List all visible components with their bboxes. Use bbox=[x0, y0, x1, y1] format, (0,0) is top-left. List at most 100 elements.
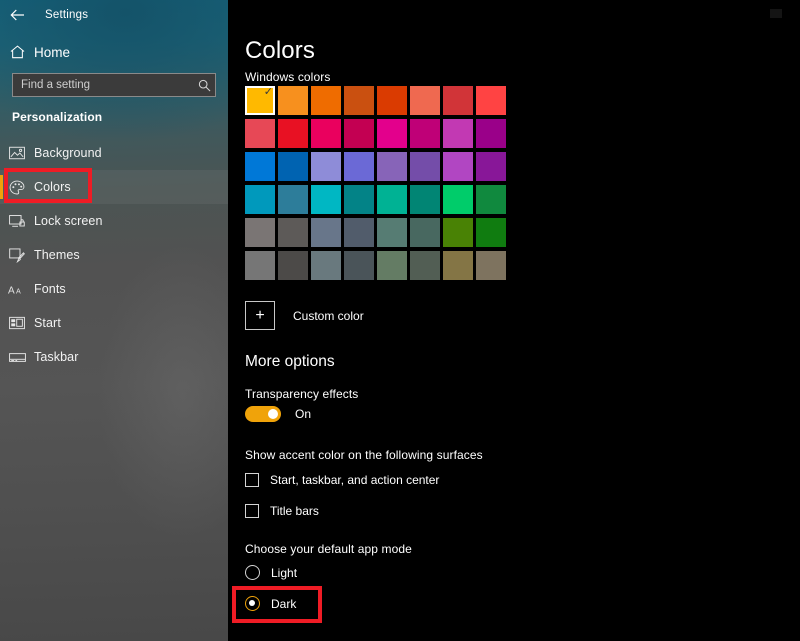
color-swatch[interactable] bbox=[344, 185, 374, 214]
sidebar-item-start[interactable]: Start bbox=[0, 306, 228, 340]
color-swatch[interactable] bbox=[476, 185, 506, 214]
svg-text:A: A bbox=[8, 285, 15, 296]
color-swatch[interactable] bbox=[410, 185, 440, 214]
checkbox-start-taskbar-action-center[interactable]: Start, taskbar, and action center bbox=[245, 473, 439, 487]
checkbox-title-bars-label: Title bars bbox=[270, 504, 319, 518]
color-swatch[interactable] bbox=[278, 152, 308, 181]
color-swatch[interactable] bbox=[377, 251, 407, 280]
color-swatch[interactable] bbox=[443, 251, 473, 280]
start-tiles-icon bbox=[0, 316, 34, 330]
color-swatch[interactable] bbox=[278, 119, 308, 148]
color-swatch[interactable] bbox=[410, 86, 440, 115]
color-swatch[interactable] bbox=[278, 218, 308, 247]
sidebar-item-lock-screen-label: Lock screen bbox=[34, 214, 103, 228]
color-swatch[interactable] bbox=[245, 218, 275, 247]
main-content: Colors Windows colors ✓ + Custom color M… bbox=[228, 0, 800, 641]
color-swatch[interactable] bbox=[311, 185, 341, 214]
color-swatch[interactable] bbox=[344, 251, 374, 280]
color-swatch[interactable] bbox=[476, 86, 506, 115]
back-arrow-icon[interactable] bbox=[0, 0, 34, 30]
color-swatch[interactable] bbox=[344, 152, 374, 181]
color-swatch[interactable] bbox=[377, 218, 407, 247]
color-swatch[interactable] bbox=[278, 86, 308, 115]
color-swatch[interactable] bbox=[410, 218, 440, 247]
color-swatch[interactable] bbox=[476, 218, 506, 247]
sidebar-nav-list: Background Colors bbox=[0, 136, 228, 374]
color-swatch[interactable] bbox=[344, 119, 374, 148]
color-swatch[interactable] bbox=[245, 119, 275, 148]
search-box[interactable] bbox=[12, 73, 216, 97]
toggle-knob bbox=[268, 409, 278, 419]
color-swatch[interactable] bbox=[443, 152, 473, 181]
color-swatch[interactable] bbox=[278, 185, 308, 214]
color-swatch[interactable] bbox=[311, 251, 341, 280]
radio-button[interactable] bbox=[245, 596, 260, 611]
color-swatch-selected[interactable]: ✓ bbox=[245, 86, 275, 115]
color-swatch[interactable] bbox=[311, 152, 341, 181]
color-swatch[interactable] bbox=[476, 119, 506, 148]
app-mode-label: Choose your default app mode bbox=[245, 542, 412, 556]
sidebar-item-lock-screen[interactable]: Lock screen bbox=[0, 204, 228, 238]
custom-color-row[interactable]: + Custom color bbox=[245, 301, 364, 330]
sidebar-item-themes[interactable]: Themes bbox=[0, 238, 228, 272]
window-title: Settings bbox=[45, 9, 88, 21]
transparency-effects-label: Transparency effects bbox=[245, 387, 358, 401]
color-swatch[interactable] bbox=[344, 218, 374, 247]
sidebar-item-background[interactable]: Background bbox=[0, 136, 228, 170]
sidebar-item-fonts-label: Fonts bbox=[34, 282, 66, 296]
color-swatch[interactable] bbox=[410, 119, 440, 148]
minimize-icon[interactable] bbox=[770, 9, 782, 18]
transparency-effects-toggle[interactable] bbox=[245, 406, 281, 422]
checkbox-box[interactable] bbox=[245, 504, 259, 518]
sidebar-item-colors[interactable]: Colors bbox=[0, 170, 228, 204]
color-swatch[interactable] bbox=[443, 86, 473, 115]
checkbox-box[interactable] bbox=[245, 473, 259, 487]
app-mode-dark[interactable]: Dark bbox=[245, 596, 296, 611]
transparency-effects-row[interactable]: On bbox=[245, 406, 311, 422]
color-swatch[interactable] bbox=[443, 218, 473, 247]
fonts-aa-icon: A A bbox=[0, 283, 34, 296]
color-swatch[interactable] bbox=[278, 251, 308, 280]
color-swatch[interactable] bbox=[377, 152, 407, 181]
sidebar-item-taskbar[interactable]: Taskbar bbox=[0, 340, 228, 374]
app-mode-dark-label: Dark bbox=[271, 597, 296, 611]
sidebar-item-fonts[interactable]: A A Fonts bbox=[0, 272, 228, 306]
color-swatch[interactable] bbox=[377, 185, 407, 214]
app-mode-light[interactable]: Light bbox=[245, 565, 297, 580]
color-swatch[interactable] bbox=[443, 119, 473, 148]
color-swatch[interactable] bbox=[344, 86, 374, 115]
checkbox-start-taskbar-action-center-label: Start, taskbar, and action center bbox=[270, 473, 439, 487]
color-swatch[interactable] bbox=[311, 86, 341, 115]
color-swatch[interactable] bbox=[476, 152, 506, 181]
svg-text:A: A bbox=[16, 287, 21, 295]
color-swatch[interactable] bbox=[311, 119, 341, 148]
sidebar-item-themes-label: Themes bbox=[34, 248, 80, 262]
color-swatch[interactable] bbox=[410, 152, 440, 181]
radio-button[interactable] bbox=[245, 565, 260, 580]
palette-icon bbox=[0, 180, 34, 195]
color-swatch[interactable] bbox=[245, 251, 275, 280]
taskbar-icon bbox=[0, 352, 34, 363]
sidebar-titlebar: Settings bbox=[0, 0, 228, 30]
app-mode-light-label: Light bbox=[271, 566, 297, 580]
color-swatch[interactable] bbox=[443, 185, 473, 214]
color-swatch[interactable] bbox=[377, 119, 407, 148]
color-swatch[interactable] bbox=[476, 251, 506, 280]
sidebar-item-home[interactable]: Home bbox=[0, 39, 228, 65]
color-swatch[interactable] bbox=[410, 251, 440, 280]
sidebar-group-header: Personalization bbox=[12, 110, 102, 124]
search-input[interactable] bbox=[13, 79, 193, 91]
checkbox-title-bars[interactable]: Title bars bbox=[245, 504, 319, 518]
color-swatch[interactable] bbox=[311, 218, 341, 247]
home-icon bbox=[0, 45, 34, 59]
plus-icon[interactable]: + bbox=[245, 301, 275, 330]
sidebar-item-colors-label: Colors bbox=[34, 180, 71, 194]
color-swatch[interactable] bbox=[377, 86, 407, 115]
transparency-effects-state: On bbox=[295, 407, 311, 421]
sidebar-item-start-label: Start bbox=[34, 316, 61, 330]
color-swatch[interactable] bbox=[245, 185, 275, 214]
sidebar-item-background-label: Background bbox=[34, 146, 102, 160]
search-icon[interactable] bbox=[193, 74, 215, 96]
color-swatch[interactable] bbox=[245, 152, 275, 181]
more-options-header: More options bbox=[245, 353, 335, 371]
